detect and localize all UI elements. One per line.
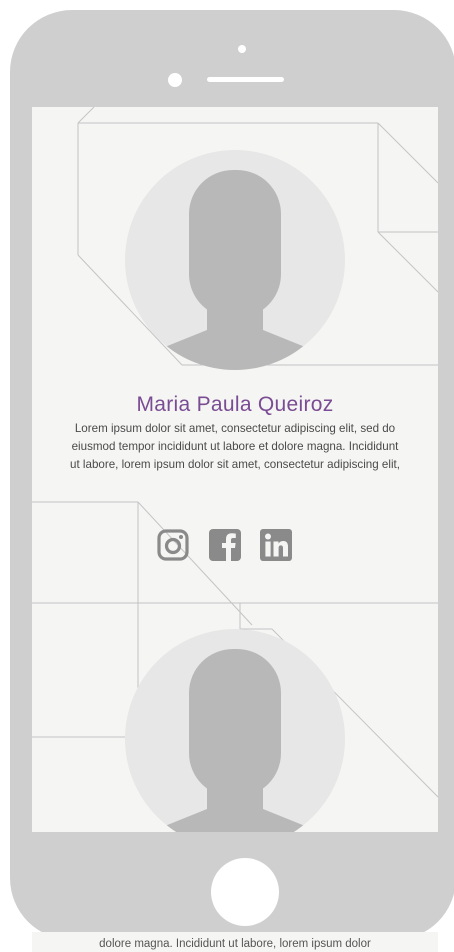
phone-screen: Maria Paula Queiroz Lorem ipsum dolor si… — [32, 107, 438, 832]
person-silhouette-icon — [145, 170, 325, 370]
home-button[interactable] — [211, 858, 279, 926]
proximity-sensor — [168, 73, 182, 87]
front-camera — [238, 45, 246, 53]
overflow-bio-text: dolore magna. Incididunt ut labore, lore… — [99, 938, 371, 950]
earpiece-speaker — [207, 77, 284, 82]
profile-name: Maria Paula Queiroz — [136, 393, 334, 416]
profile-bio: Lorem ipsum dolor sit amet, consectetur … — [70, 422, 400, 471]
overflow-content: dolore magna. Incididunt ut labore, lore… — [32, 932, 438, 952]
facebook-icon[interactable] — [209, 529, 241, 561]
profile-avatar — [125, 150, 345, 370]
linkedin-icon[interactable] — [260, 529, 292, 561]
instagram-icon[interactable] — [157, 529, 189, 561]
